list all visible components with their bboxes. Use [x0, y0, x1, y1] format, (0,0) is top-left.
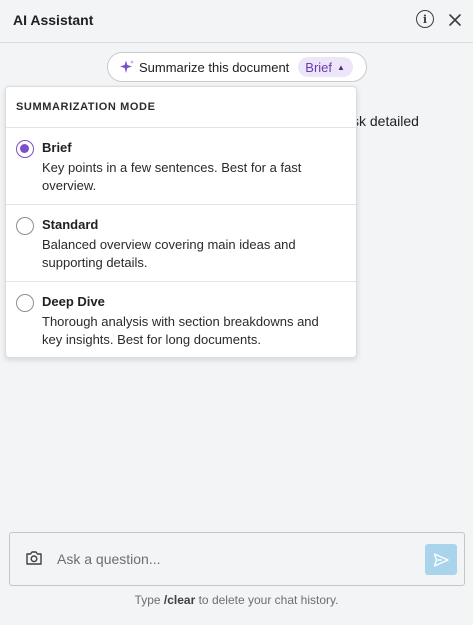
radio-button[interactable]	[16, 217, 34, 235]
hint-suffix: to delete your chat history.	[195, 593, 339, 607]
mode-option-deep-dive[interactable]: Deep Dive Thorough analysis with section…	[6, 282, 356, 357]
mode-option-brief[interactable]: Brief Key points in a few sentences. Bes…	[6, 128, 356, 205]
info-icon[interactable]: i	[416, 10, 434, 28]
close-icon[interactable]	[447, 12, 463, 28]
summarize-document-button[interactable]: Summarize this document Brief ▲	[107, 52, 367, 82]
send-icon	[433, 552, 449, 567]
camera-icon[interactable]	[25, 550, 43, 566]
option-description: Key points in a few sentences. Best for …	[42, 160, 302, 193]
sparkle-icon	[120, 60, 134, 73]
radio-button[interactable]	[16, 294, 34, 312]
mode-option-standard[interactable]: Standard Balanced overview covering main…	[6, 205, 356, 282]
option-description: Thorough analysis with section breakdown…	[42, 314, 319, 347]
summarize-label: Summarize this document	[139, 59, 290, 75]
panel-header: AI Assistant i	[0, 0, 473, 43]
panel-title: AI Assistant	[13, 12, 94, 28]
chat-composer	[9, 532, 465, 586]
mode-selector[interactable]: Brief ▲	[298, 57, 353, 77]
send-button[interactable]	[425, 544, 457, 575]
option-title: Standard	[42, 217, 99, 232]
clear-command: /clear	[163, 593, 196, 607]
chat-message-fragment: sk detailed	[352, 113, 419, 129]
mode-selector-label: Brief	[305, 59, 333, 75]
caret-up-icon: ▲	[337, 62, 345, 72]
summarization-mode-menu: SUMMARIZATION MODE Brief Key points in a…	[5, 86, 357, 358]
option-title: Deep Dive	[42, 294, 105, 309]
menu-heading: SUMMARIZATION MODE	[6, 87, 356, 128]
clear-history-hint: Type /clear to delete your chat history.	[0, 593, 473, 607]
option-description: Balanced overview covering main ideas an…	[42, 237, 296, 270]
question-input[interactable]	[57, 546, 417, 572]
hint-prefix: Type	[134, 593, 164, 607]
option-title: Brief	[42, 140, 72, 155]
radio-button-selected[interactable]	[16, 140, 34, 158]
